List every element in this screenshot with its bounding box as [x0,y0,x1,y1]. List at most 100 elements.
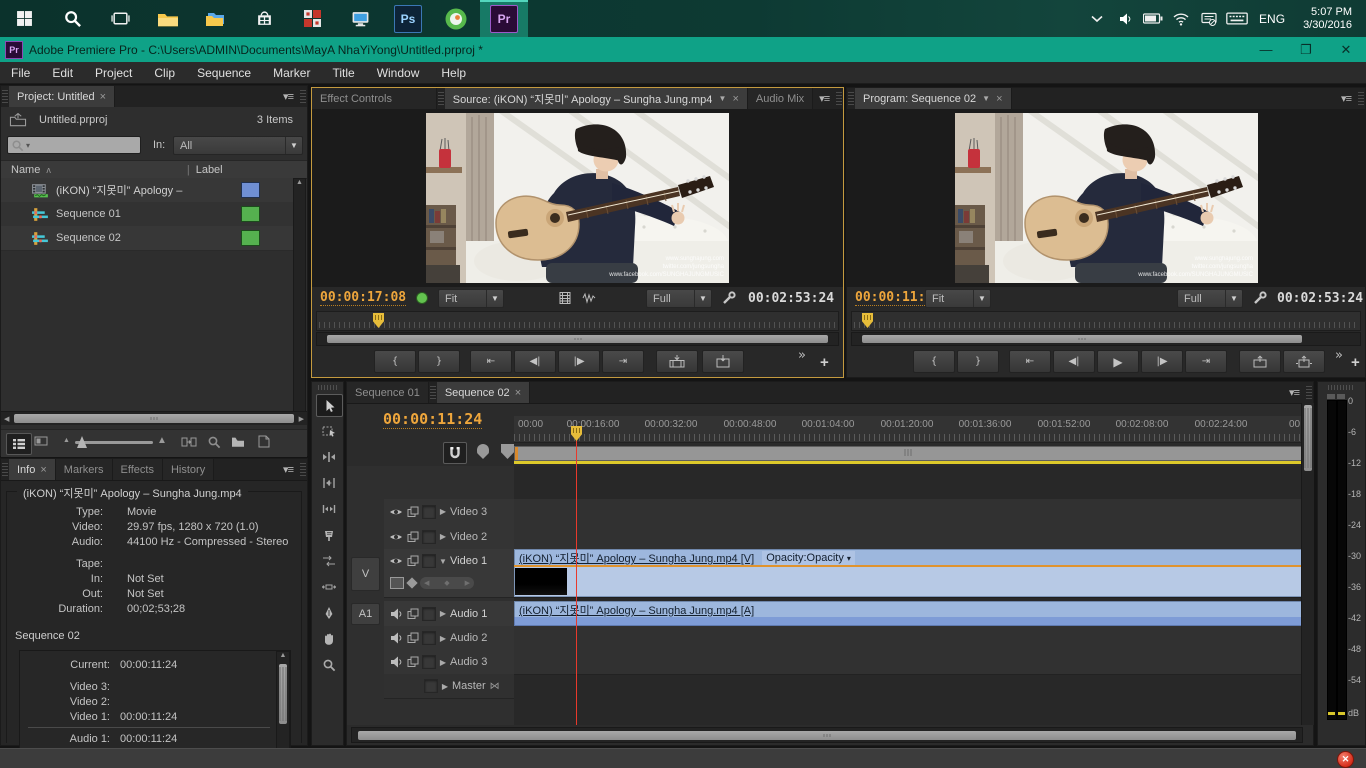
audio-clip-body[interactable] [514,617,1303,626]
zoom-tool[interactable] [316,654,341,675]
expand-track-icon[interactable]: ▶ [438,532,448,541]
go-to-out-button[interactable]: ⇥ [602,350,644,373]
label-swatch-green[interactable] [241,230,260,246]
project-vscrollbar[interactable]: ▲ [293,178,306,412]
project-row-sequence02[interactable]: Sequence 02 [1,226,295,251]
track-lock-toggle[interactable] [422,607,436,621]
scroll-up-icon[interactable]: ▲ [277,652,289,659]
file-explorer-icon[interactable] [144,0,192,37]
toggle-track-mute-icon[interactable] [388,656,403,669]
panel-grip[interactable] [836,92,842,105]
task-view-icon[interactable] [96,0,144,37]
track-header-master[interactable]: ▶ Master ⋈ [384,674,514,699]
mark-in-button[interactable]: { [913,350,955,373]
menu-project[interactable]: Project [84,62,143,83]
track-name[interactable]: Video 2 [450,531,487,543]
premiere-pro-icon[interactable]: Pr [480,0,528,37]
panel-menu-icon[interactable]: ▾≡ [277,86,299,107]
source-resolution-dropdown[interactable]: Full▼ [646,289,712,308]
project-hscrollbar[interactable]: ◀ ▶ [1,411,307,425]
search-dropdown-icon[interactable]: ▾ [26,141,30,150]
track-header-audio3[interactable]: ▶ Audio 3 [384,650,514,675]
panel-grip[interactable] [2,90,8,103]
panel-grip[interactable] [1358,92,1364,105]
scroll-right-icon[interactable]: ▶ [296,415,307,423]
icon-view-button[interactable] [34,435,48,447]
action-center-icon[interactable] [1197,7,1221,31]
menu-sequence[interactable]: Sequence [186,62,262,83]
close-tab-icon[interactable]: × [40,464,46,476]
timeline-hscrollbar[interactable] [351,727,1303,743]
tab-project[interactable]: Project: Untitled× [9,86,115,107]
slide-tool[interactable] [316,576,341,597]
automate-to-sequence-button[interactable] [181,436,197,448]
close-tab-icon[interactable]: × [515,387,521,399]
panel-menu-icon[interactable]: ▾≡ [1283,382,1305,403]
audio-clip-header[interactable]: (iKON) “지못미” Apology – Sungha Jung.mp4 [… [514,601,1303,618]
panel-menu-icon[interactable]: ▾≡ [1335,88,1357,109]
ripple-edit-tool[interactable] [316,446,341,467]
step-forward-button[interactable]: |▶ [1141,350,1183,373]
panel-menu-icon[interactable]: ▾≡ [277,459,299,480]
tab-audio-mixer[interactable]: Audio Mix [748,88,813,109]
column-header-name[interactable]: Name [11,164,40,176]
panel-grip[interactable] [300,90,306,103]
panel-grip[interactable] [848,92,854,105]
track-lock-toggle[interactable] [422,505,436,519]
sync-lock-icon[interactable] [405,505,420,518]
clip-effect-badge[interactable]: Opacity:Opacity▾ [762,551,855,565]
track-lane-audio3[interactable] [514,650,1301,675]
start-button[interactable] [0,0,48,37]
track-lock-toggle[interactable] [422,631,436,645]
master-keyframes-icon[interactable]: ⋈ [490,681,500,692]
track-lock-toggle[interactable] [422,530,436,544]
blocks-app-icon[interactable] [288,0,336,37]
source-zoom-dropdown[interactable]: Fit▼ [438,289,504,308]
program-video-preview[interactable] [955,113,1258,283]
button-editor-add[interactable]: + [820,354,829,371]
show-keyframes-icon[interactable] [406,577,417,588]
add-keyframe-icon[interactable]: ◆ [444,579,449,587]
mark-out-button[interactable]: } [418,350,460,373]
search-input[interactable]: ▾ [7,136,141,154]
track-header-video3[interactable]: ▶ Video 3 [384,499,514,525]
go-to-out-button[interactable]: ⇥ [1185,350,1227,373]
close-tab-icon[interactable]: × [732,93,738,105]
sort-asc-icon[interactable]: ᴧ [46,165,51,175]
track-lock-toggle[interactable] [422,655,436,669]
settings-wrench-icon[interactable] [1253,291,1267,305]
expand-track-icon[interactable]: ▶ [440,682,450,691]
toggle-track-mute-icon[interactable] [388,632,403,645]
track-name[interactable]: Video 3 [450,506,487,518]
program-zoom-dropdown[interactable]: Fit▼ [925,289,991,308]
tab-effect-controls[interactable]: Effect Controls [312,88,437,109]
rate-stretch-tool[interactable] [316,498,341,519]
tab-source[interactable]: Source: (iKON) “지못미” Apology – Sungha Ju… [445,88,748,109]
panel-grip[interactable] [430,386,436,399]
set-unnumbered-marker-icon[interactable] [501,444,514,459]
new-bin-button[interactable] [231,436,245,448]
menu-title[interactable]: Title [321,62,365,83]
set-display-style-icon[interactable] [390,577,404,589]
track-name[interactable]: Master [452,680,486,692]
windows-store-icon[interactable] [240,0,288,37]
tab-history[interactable]: History [163,459,214,480]
menu-help[interactable]: Help [430,62,477,83]
menu-clip[interactable]: Clip [143,62,186,83]
panel-grip[interactable] [1328,385,1355,390]
panel-grip[interactable] [1306,386,1312,399]
expand-track-icon[interactable]: ▶ [438,658,448,667]
close-tab-icon[interactable]: × [996,93,1002,105]
toggle-track-output-icon[interactable] [388,530,403,543]
more-buttons-chevron[interactable]: » [1335,348,1343,363]
scroll-up-icon[interactable]: ▲ [294,179,305,186]
list-view-button[interactable] [6,433,32,455]
coccoc-browser-icon[interactable] [432,0,480,37]
track-header-video2[interactable]: ▶ Video 2 [384,524,514,550]
menu-edit[interactable]: Edit [41,62,84,83]
find-button[interactable] [207,435,221,449]
track-header-audio2[interactable]: ▶ Audio 2 [384,626,514,651]
volume-icon[interactable] [1113,7,1137,31]
search-icon[interactable] [48,0,96,37]
events-error-icon[interactable]: ✕ [1337,751,1354,768]
